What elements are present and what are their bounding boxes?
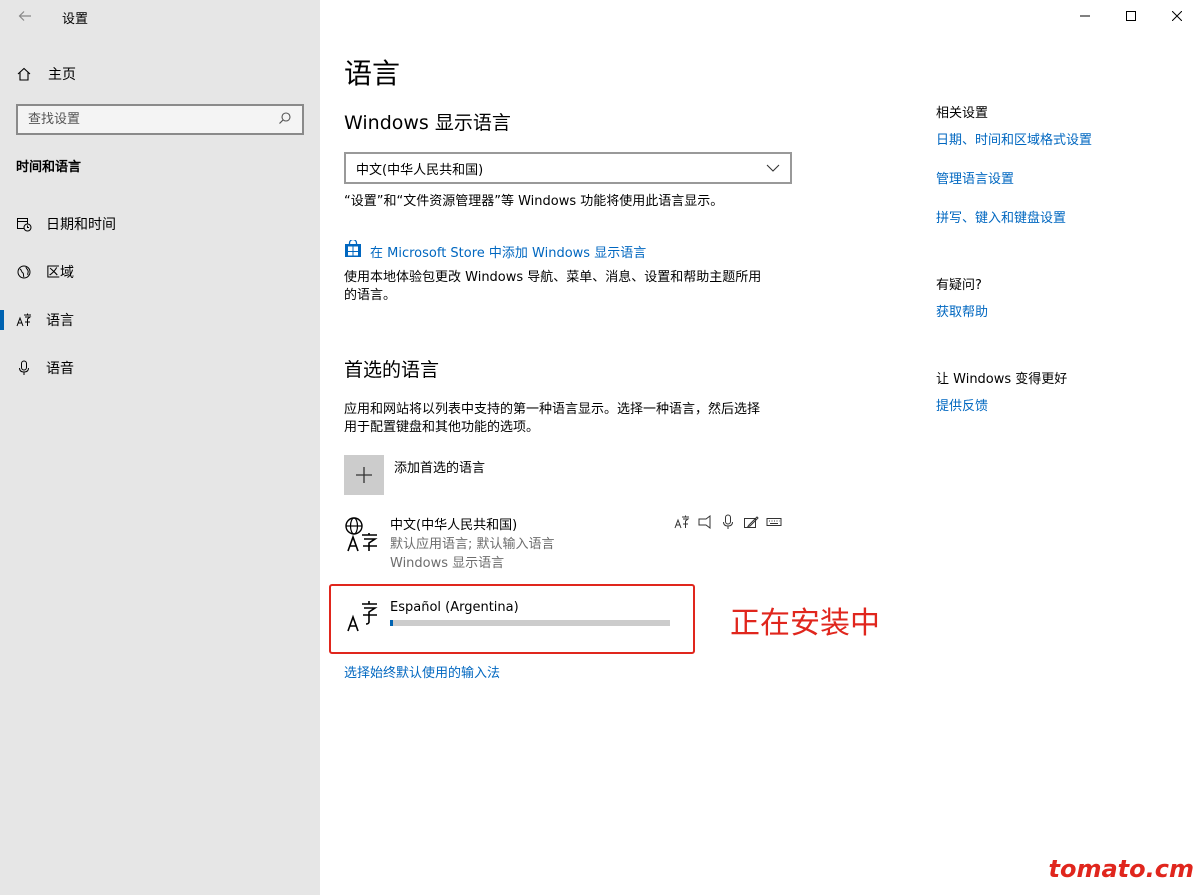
home-icon <box>16 66 32 82</box>
sidebar-item-label: 语言 <box>46 313 74 329</box>
sidebar-item-date-time[interactable]: 日期和时间 <box>0 206 320 242</box>
language-name: 中文(中华人民共和国) <box>390 518 518 533</box>
preferred-languages-description: 应用和网站将以列表中支持的第一种语言显示。选择一种语言，然后选择 用于配置键盘和… <box>344 401 760 437</box>
search-box[interactable] <box>16 104 304 135</box>
search-icon[interactable] <box>278 110 292 129</box>
back-arrow-icon[interactable] <box>18 8 32 22</box>
link-spelling-typing-keyboard[interactable]: 拼写、键入和键盘设置 <box>936 207 1066 226</box>
chevron-down-icon <box>766 161 780 176</box>
feedback-heading: 让 Windows 变得更好 <box>936 372 1068 387</box>
section-title: 时间和语言 <box>16 160 82 175</box>
maximize-button[interactable] <box>1108 0 1154 32</box>
maximize-icon <box>1126 11 1136 21</box>
home-nav-item[interactable]: 主页 <box>16 64 76 84</box>
store-description-line: 的语言。 <box>344 288 397 303</box>
preferred-description-line: 用于配置键盘和其他功能的选项。 <box>344 420 540 435</box>
display-language-icon <box>344 516 380 552</box>
display-language-heading: Windows 显示语言 <box>344 112 511 134</box>
store-description: 使用本地体验包更改 Windows 导航、菜单、消息、设置和帮助主题所用 的语言… <box>344 269 761 305</box>
store-link[interactable]: 在 Microsoft Store 中添加 Windows 显示语言 <box>370 242 646 261</box>
language-icon <box>16 312 32 328</box>
sidebar-item-label: 语音 <box>46 361 74 377</box>
plus-icon <box>356 467 372 483</box>
add-tile[interactable] <box>344 455 384 495</box>
search-input[interactable] <box>28 112 278 127</box>
link-date-time-region-format[interactable]: 日期、时间和区域格式设置 <box>936 129 1092 148</box>
sidebar-item-language[interactable]: 语言 <box>0 302 320 338</box>
minimize-button[interactable] <box>1062 0 1108 32</box>
app-title: 设置 <box>62 12 89 27</box>
dropdown-selected-value: 中文(中华人民共和国) <box>356 162 484 178</box>
close-icon <box>1172 11 1182 21</box>
language-detail: 默认应用语言; 默认输入语言 <box>390 537 555 552</box>
language-detail: Windows 显示语言 <box>390 556 505 571</box>
preferred-description-line: 应用和网站将以列表中支持的第一种语言显示。选择一种语言，然后选择 <box>344 402 761 417</box>
language-info: 中文(中华人民共和国) 默认应用语言; 默认输入语言 Windows 显示语言 <box>390 516 555 573</box>
speech-recognition-icon <box>720 514 736 530</box>
store-link-row[interactable]: 在 Microsoft Store 中添加 Windows 显示语言 <box>344 238 646 262</box>
handwriting-icon <box>743 514 759 530</box>
install-progress-fill <box>390 620 393 626</box>
sidebar-item-label: 日期和时间 <box>46 217 116 233</box>
sidebar-item-region[interactable]: 区域 <box>0 254 320 290</box>
preferred-languages-heading: 首选的语言 <box>344 359 440 381</box>
get-help-link[interactable]: 获取帮助 <box>936 301 988 320</box>
add-language-label: 添加首选的语言 <box>394 461 486 476</box>
window-caption-buttons <box>1062 0 1200 32</box>
link-manage-language-settings[interactable]: 管理语言设置 <box>936 168 1014 187</box>
language-name: Español (Argentina) <box>390 600 519 615</box>
language-info: Español (Argentina) <box>390 598 519 617</box>
give-feedback-link[interactable]: 提供反馈 <box>936 395 988 414</box>
keyboard-icon <box>766 514 782 530</box>
watermark: tomato.cm <box>1048 855 1194 883</box>
minimize-icon <box>1080 15 1090 17</box>
microphone-icon <box>16 360 32 376</box>
display-language-feature-icon <box>674 514 690 530</box>
add-language-button[interactable]: 添加首选的语言 <box>344 455 485 495</box>
language-icon <box>344 598 380 634</box>
sidebar-item-speech[interactable]: 语音 <box>0 350 320 386</box>
display-language-dropdown[interactable]: 中文(中华人民共和国) <box>344 152 792 184</box>
sidebar-item-label: 区域 <box>46 265 74 281</box>
help-heading: 有疑问? <box>936 278 982 293</box>
close-button[interactable] <box>1154 0 1200 32</box>
install-progress-bar <box>390 620 670 626</box>
calendar-clock-icon <box>16 216 32 232</box>
home-label: 主页 <box>48 67 76 83</box>
language-feature-icons <box>674 514 782 530</box>
input-method-link[interactable]: 选择始终默认使用的输入法 <box>344 662 500 681</box>
store-description-line: 使用本地体验包更改 Windows 导航、菜单、消息、设置和帮助主题所用 <box>344 270 762 285</box>
language-item-spanish[interactable]: Español (Argentina) <box>344 598 519 634</box>
page-title: 语言 <box>344 57 401 90</box>
text-to-speech-icon <box>697 514 713 530</box>
globe-region-icon <box>16 264 32 280</box>
language-item-chinese[interactable]: 中文(中华人民共和国) 默认应用语言; 默认输入语言 Windows 显示语言 <box>344 516 555 573</box>
related-settings-heading: 相关设置 <box>936 106 989 121</box>
microsoft-store-icon <box>344 238 362 262</box>
installing-annotation: 正在安装中 <box>730 606 880 641</box>
display-language-description: “设置”和“文件资源管理器”等 Windows 功能将使用此语言显示。 <box>344 194 724 209</box>
navigation-pane: 设置 主页 时间和语言 日期和时间 区域 语言 语音 <box>0 0 320 895</box>
